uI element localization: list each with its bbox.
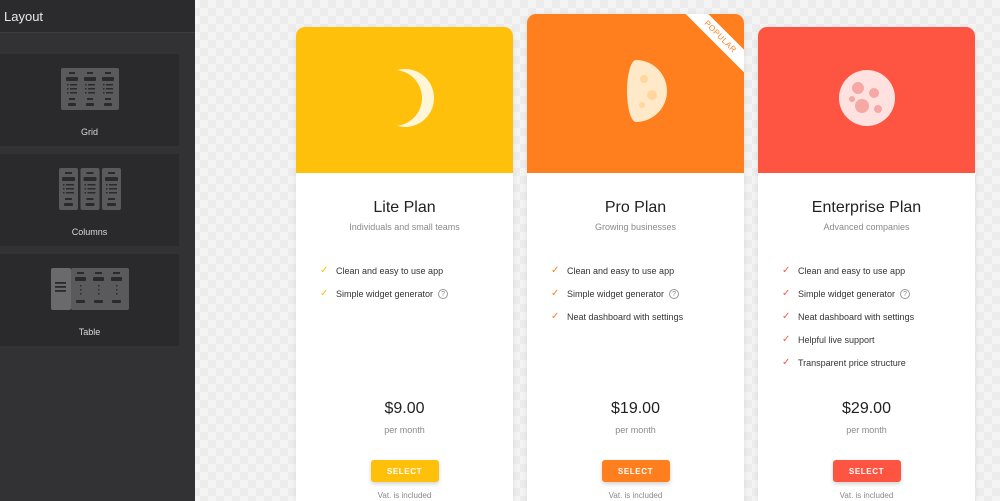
check-icon: ✓ — [551, 288, 560, 299]
card-header: POPULAR — [527, 14, 744, 173]
feature-item: ✓ Clean and easy to use app — [551, 259, 683, 282]
feature-text: Clean and easy to use app — [567, 265, 675, 276]
feature-item: ✓ Clean and easy to use app — [782, 259, 914, 282]
grid-layout-icon — [60, 68, 119, 110]
check-icon: ✓ — [320, 288, 329, 299]
help-icon[interactable]: ? — [669, 288, 680, 299]
layout-option-label: Grid — [80, 127, 98, 137]
check-icon: ✓ — [782, 265, 791, 276]
full-moon-icon — [838, 69, 896, 132]
layout-option-grid[interactable]: Grid — [0, 54, 179, 146]
plan-subtitle: Individuals and small teams — [349, 222, 460, 232]
feature-text: Neat dashboard with settings — [567, 311, 684, 322]
layout-option-table[interactable]: Table — [0, 254, 179, 346]
sidebar-title: Layout — [4, 8, 44, 24]
check-icon: ✓ — [551, 265, 560, 276]
card-header — [758, 27, 975, 173]
check-icon: ✓ — [782, 288, 791, 299]
feature-item: ✓ Neat dashboard with settings — [782, 305, 914, 328]
feature-item: ✓ Helpful live support — [782, 328, 914, 351]
layout-sidebar: Layout Grid Columns Table — [0, 0, 195, 501]
select-button[interactable]: SELECT — [832, 460, 901, 482]
feature-item: ✓ Simple widget generator? — [320, 282, 449, 305]
feature-item: ✓ Simple widget generator? — [551, 282, 683, 305]
vat-note: Vat. is included — [377, 491, 432, 500]
help-icon[interactable]: ? — [900, 288, 911, 299]
feature-item: ✓ Clean and easy to use app — [320, 259, 448, 282]
feature-text: Clean and easy to use app — [798, 265, 906, 276]
popular-badge: POPULAR — [682, 14, 744, 75]
vat-note: Vat. is included — [839, 491, 894, 500]
check-icon: ✓ — [782, 334, 791, 345]
check-icon: ✓ — [782, 311, 791, 322]
feature-item: ✓ Neat dashboard with settings — [551, 305, 683, 328]
table-layout-icon — [50, 268, 129, 310]
feature-text: Simple widget generator — [336, 288, 434, 299]
crescent-moon-icon — [375, 68, 435, 133]
plan-subtitle: Growing businesses — [594, 222, 677, 232]
feature-list: ✓ Clean and easy to use app ✓ Simple widge… — [320, 259, 449, 305]
select-button[interactable]: SELECT — [370, 460, 439, 482]
feature-item: ✓ Simple widget generator? — [782, 282, 914, 305]
feature-list: ✓ Clean and easy to use app ✓ Simple widge… — [782, 259, 914, 374]
help-icon[interactable]: ? — [438, 288, 449, 299]
layout-option-columns[interactable]: Columns — [0, 154, 179, 246]
pricing-card-enterprise: Enterprise Plan Advanced companies ✓ Clea… — [758, 27, 975, 501]
feature-text: Clean and easy to use app — [336, 265, 444, 276]
plan-name: Pro Plan — [604, 199, 667, 216]
check-icon: ✓ — [320, 265, 329, 276]
vat-note: Vat. is included — [608, 491, 663, 500]
feature-item: ✓ Transparent price structure — [782, 351, 914, 374]
pricing-card-lite: Lite Plan Individuals and small teams ✓ C… — [296, 27, 513, 501]
plan-name: Lite Plan — [373, 199, 436, 216]
layout-option-label: Columns — [71, 227, 108, 237]
price-period: per month — [846, 425, 887, 435]
plan-price: $29.00 — [842, 400, 891, 417]
price-period: per month — [615, 425, 656, 435]
plan-price: $9.00 — [384, 400, 425, 417]
check-icon: ✓ — [551, 311, 560, 322]
feature-list: ✓ Clean and easy to use app ✓ Simple widge… — [551, 259, 683, 328]
feature-text: Simple widget generator — [567, 288, 665, 299]
feature-text: Simple widget generator — [798, 288, 896, 299]
plan-price: $19.00 — [611, 400, 660, 417]
feature-text: Transparent price structure — [798, 357, 906, 368]
layout-option-label: Table — [78, 327, 101, 337]
card-header — [296, 27, 513, 173]
feature-text: Neat dashboard with settings — [798, 311, 915, 322]
feature-text: Helpful live support — [798, 334, 875, 345]
columns-layout-icon — [58, 168, 121, 210]
select-button[interactable]: SELECT — [601, 460, 670, 482]
plan-subtitle: Advanced companies — [823, 222, 910, 232]
price-period: per month — [384, 425, 425, 435]
pricing-card-pro: POPULAR Pro Plan Growing businesses ✓ Cle… — [527, 14, 744, 501]
check-icon: ✓ — [782, 357, 791, 368]
plan-name: Enterprise Plan — [811, 199, 922, 216]
half-moon-icon — [604, 59, 668, 128]
sidebar-header: Layout — [0, 0, 195, 33]
